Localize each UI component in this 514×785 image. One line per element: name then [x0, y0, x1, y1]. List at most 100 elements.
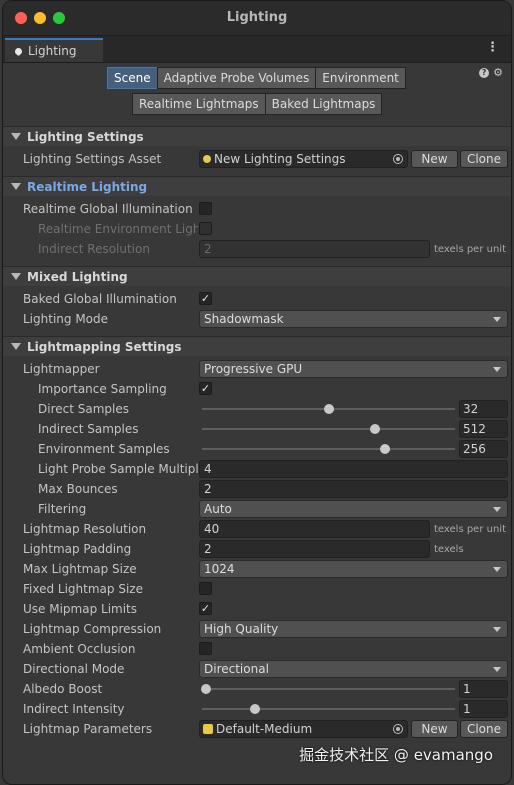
field-label: Environment Samples [38, 442, 170, 456]
view-toolbar-row-2: Realtime Lightmaps Baked Lightmaps [132, 93, 383, 115]
header-icons: ? ⚙ [479, 67, 503, 78]
section-realtime-lighting[interactable]: Realtime Lighting [3, 176, 511, 196]
tab-label: Lighting [28, 44, 77, 58]
importance-sampling-checkbox[interactable]: ✓ [199, 382, 212, 395]
indirect-resolution-input[interactable]: 2 [199, 240, 430, 258]
max-lightmap-size-dropdown[interactable]: 1024 [199, 560, 508, 578]
section-title: Lightmapping Settings [27, 339, 182, 354]
new-lighting-settings-button[interactable]: New [411, 150, 458, 168]
help-icon[interactable]: ? [479, 68, 490, 78]
row-lightmap-resolution: Lightmap Resolution 40 texels per unit [3, 519, 511, 539]
indirect-intensity-input[interactable]: 1 [459, 700, 508, 718]
foldout-arrow-icon [11, 273, 21, 280]
row-lightmap-padding: Lightmap Padding 2 texels [3, 539, 511, 559]
albedo-boost-slider-handle[interactable] [201, 684, 211, 694]
dropdown-value: High Quality [204, 622, 279, 636]
environment-samples-slider-handle[interactable] [379, 444, 390, 454]
tab-baked-lightmaps[interactable]: Baked Lightmaps [264, 93, 383, 115]
field-label: Light Probe Sample Multiplier [38, 462, 198, 476]
field-label: Lightmap Resolution [23, 522, 147, 536]
lighting-asset-icon [203, 155, 211, 163]
object-picker-icon[interactable] [393, 724, 403, 734]
row-realtime-gi: Realtime Global Illumination [3, 199, 511, 219]
new-lightmap-parameters-button[interactable]: New [411, 720, 458, 738]
indirect-samples-slider-handle[interactable] [370, 424, 381, 434]
field-label: Importance Sampling [38, 382, 167, 396]
section-mixed-lighting[interactable]: Mixed Lighting [3, 266, 511, 286]
field-label: Realtime Global Illumination [23, 202, 193, 216]
realtime-env-lighting-checkbox[interactable] [199, 222, 212, 235]
indirect-samples-input[interactable]: 512 [459, 420, 508, 438]
section-lighting-settings[interactable]: Lighting Settings [3, 126, 511, 146]
filtering-dropdown[interactable]: Auto [199, 500, 508, 518]
field-label: Fixed Lightmap Size [23, 582, 143, 596]
lightmap-padding-input[interactable]: 2 [199, 540, 430, 558]
field-label: Lightmap Parameters [23, 722, 153, 736]
direct-samples-input[interactable]: 32 [459, 400, 508, 418]
more-options-icon[interactable]: ⋮ [486, 40, 499, 55]
row-lighting-settings-asset: Lighting Settings Asset New Lighting Set… [3, 149, 511, 169]
field-label: Filtering [38, 502, 87, 516]
unit-label: texels [434, 543, 464, 555]
row-directional-mode: Directional Mode Directional [3, 659, 511, 679]
view-toolbar-row-1: Scene Adaptive Probe Volumes Environment [107, 67, 406, 89]
row-light-probe-multiplier: Light Probe Sample Multiplier 4 [3, 459, 511, 479]
row-baked-gi: Baked Global Illumination ✓ [3, 289, 511, 309]
indirect-intensity-slider-handle[interactable] [250, 704, 260, 714]
watermark-text: 掘金技术社区 @ evamango [299, 746, 493, 764]
realtime-gi-checkbox[interactable] [199, 202, 212, 215]
lightmap-compression-dropdown[interactable]: High Quality [199, 620, 508, 638]
ambient-occlusion-checkbox[interactable] [199, 642, 212, 655]
row-direct-samples: Direct Samples 32 [3, 399, 511, 419]
dropdown-value: Directional [204, 662, 269, 676]
dropdown-value: Progressive GPU [204, 362, 303, 376]
row-filtering: Filtering Auto [3, 499, 511, 519]
indirect-samples-slider-track[interactable] [202, 428, 455, 430]
tab-scene[interactable]: Scene [107, 67, 158, 89]
dropdown-arrow-icon [493, 627, 501, 632]
lightmapper-dropdown[interactable]: Progressive GPU [199, 360, 508, 378]
section-title: Realtime Lighting [27, 179, 148, 194]
use-mipmap-limits-checkbox[interactable]: ✓ [199, 602, 212, 615]
fixed-lightmap-size-checkbox[interactable] [199, 582, 212, 595]
direct-samples-slider-handle[interactable] [323, 404, 334, 414]
lightmap-resolution-input[interactable]: 40 [199, 520, 430, 538]
object-picker-icon[interactable] [393, 154, 403, 164]
row-use-mipmap-limits: Use Mipmap Limits ✓ [3, 599, 511, 619]
tab-bar: Lighting ⋮ [3, 36, 511, 63]
dropdown-value: 1024 [204, 562, 235, 576]
tab-adaptive-probe-volumes[interactable]: Adaptive Probe Volumes [156, 67, 317, 89]
clone-lighting-settings-button[interactable]: Clone [460, 150, 508, 168]
dropdown-value: Auto [204, 502, 232, 516]
albedo-boost-slider-track[interactable] [202, 688, 455, 690]
settings-gear-icon[interactable]: ⚙ [493, 67, 503, 78]
dropdown-arrow-icon [493, 507, 501, 512]
row-lightmap-compression: Lightmap Compression High Quality [3, 619, 511, 639]
tab-realtime-lightmaps[interactable]: Realtime Lightmaps [132, 93, 266, 115]
field-label: Max Lightmap Size [23, 562, 137, 576]
section-title: Lighting Settings [27, 129, 144, 144]
row-lighting-mode: Lighting Mode Shadowmask [3, 309, 511, 329]
lighting-mode-dropdown[interactable]: Shadowmask [199, 310, 508, 328]
field-label: Ambient Occlusion [23, 642, 136, 656]
clone-lightmap-parameters-button[interactable]: Clone [460, 720, 508, 738]
environment-samples-slider-track[interactable] [202, 448, 455, 450]
section-title: Mixed Lighting [27, 269, 128, 284]
baked-gi-checkbox[interactable]: ✓ [199, 292, 212, 305]
row-ambient-occlusion: Ambient Occlusion [3, 639, 511, 659]
section-lightmapping-settings[interactable]: Lightmapping Settings [3, 336, 511, 356]
field-label: Max Bounces [38, 482, 118, 496]
dropdown-arrow-icon [493, 317, 501, 322]
tab-environment[interactable]: Environment [315, 67, 406, 89]
field-label: Indirect Intensity [23, 702, 125, 716]
environment-samples-input[interactable]: 256 [459, 440, 508, 458]
field-label: Indirect Resolution [38, 242, 150, 256]
light-probe-multiplier-input[interactable]: 4 [199, 460, 508, 478]
indirect-intensity-slider-track[interactable] [202, 708, 455, 710]
tab-lighting[interactable]: Lighting [5, 38, 103, 62]
lightmap-parameters-field[interactable]: Default-Medium [199, 720, 408, 738]
lighting-settings-asset-field[interactable]: New Lighting Settings [199, 150, 408, 168]
albedo-boost-input[interactable]: 1 [459, 680, 508, 698]
max-bounces-input[interactable]: 2 [199, 480, 508, 498]
directional-mode-dropdown[interactable]: Directional [199, 660, 508, 678]
